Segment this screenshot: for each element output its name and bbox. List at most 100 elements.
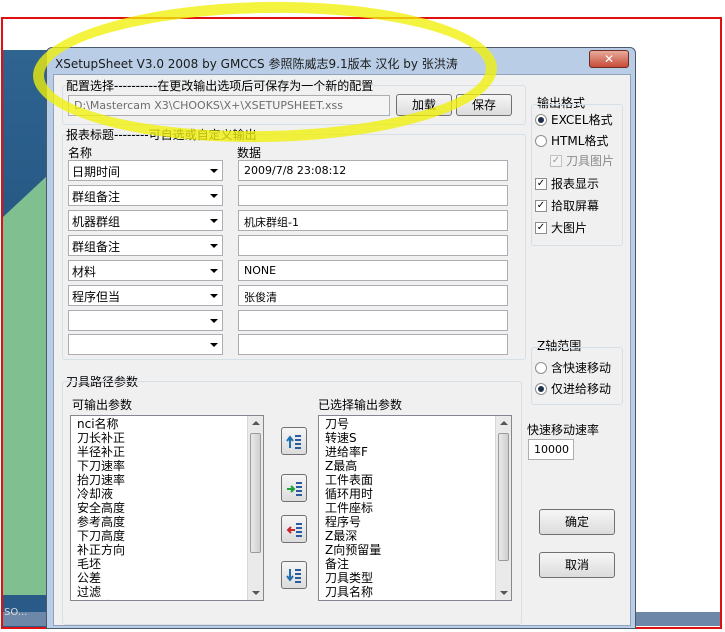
close-icon: ✕ [603,52,615,66]
rapid-rate-input[interactable]: 10000 [528,439,574,460]
config-label: 配置选择----------在更改输出选项后可保存为一个新的配置 [66,79,374,93]
list-item[interactable]: Z向预留量 [325,543,381,557]
list-item[interactable]: 下刀速率 [77,459,125,473]
list-item[interactable]: 过滤 [77,585,125,599]
include-rapid-label: 含快速移动 [551,361,612,375]
title-bar[interactable]: XSetupSheet V3.0 2008 by GMCCS 参照陈威志9.1版… [47,48,635,74]
report-name-value: 日期时间 [72,165,121,179]
cad-status-text: SO... [4,607,28,618]
tool-image-checkbox[interactable]: ✓ [550,155,562,167]
list-item[interactable]: 循环用时 [325,487,381,501]
available-params-scrollbar[interactable] [247,416,263,600]
list-item[interactable]: 冷却液 [77,487,125,501]
report-name-select-6[interactable]: 程序但当 [68,285,223,306]
include-rapid-radio[interactable] [535,362,547,374]
list-item[interactable]: Z最高 [325,459,381,473]
tool-image-label: 刀具图片 [566,154,615,168]
report-name-value: 群组备注 [72,240,121,254]
report-name-value: 材料 [72,265,97,279]
selected-params-list[interactable]: 刀号 转速S 进给率F Z最高 工件表面 循环用时 工件座标 程序号 Z最深 Z向预留量 备注 刀具类… [318,415,512,601]
chevron-down-icon [210,319,218,323]
list-item[interactable]: 下刀高度 [77,529,125,543]
report-name-value: 机器群组 [72,215,121,229]
available-params-list[interactable]: nci名称 刀长补正 半径补正 下刀速率 抬刀速率 冷却液 安全高度 参考高度 下刀高度 补正方向… [70,415,264,601]
move-to-bottom-button[interactable] [281,561,307,589]
chevron-down-icon [210,244,218,248]
report-display-label: 报表显示 [551,177,600,191]
report-name-select-4[interactable]: 群组备注 [68,235,223,256]
scroll-down-icon[interactable] [252,591,260,595]
report-name-select-3[interactable]: 机器群组 [68,210,223,231]
list-item[interactable]: 毛坯 [77,557,125,571]
report-name-select-1[interactable]: 日期时间 [68,160,223,181]
capture-screen-checkbox[interactable]: ✓ [535,200,547,212]
list-item[interactable]: 公差 [77,571,125,585]
list-item[interactable]: 刀号 [325,417,381,431]
report-data-field-5[interactable]: NONE [238,260,508,281]
report-data-field-4[interactable] [238,235,508,256]
selected-params-items: 刀号 转速S 进给率F Z最高 工件表面 循环用时 工件座标 程序号 Z最深 Z向预留量 备注 刀具类… [325,417,381,599]
chevron-down-icon [210,343,218,347]
window-title: XSetupSheet V3.0 2008 by GMCCS 参照陈威志9.1版… [55,57,458,71]
scroll-thumb[interactable] [250,433,261,553]
report-display-checkbox[interactable]: ✓ [535,178,547,190]
arrow-right-icon [287,482,302,496]
arrow-left-icon [286,523,302,537]
scroll-thumb[interactable] [498,433,509,561]
list-item[interactable]: Z最深 [325,529,381,543]
report-name-select-5[interactable]: 材料 [68,260,223,281]
available-params-label: 可输出参数 [72,398,133,412]
report-title-label: 报表标题--------可自选或自定义输出 [66,128,257,142]
chevron-down-icon [210,194,218,198]
scroll-up-icon[interactable] [252,421,260,425]
capture-screen-label: 拾取屏幕 [551,199,600,213]
excel-format-radio[interactable] [535,114,547,126]
report-data-field-2[interactable] [238,185,508,206]
load-button[interactable]: 加载 [396,94,452,116]
list-item[interactable]: 安全高度 [77,501,125,515]
report-data-field-3[interactable]: 机床群组-1 [238,210,508,231]
list-item[interactable]: 刀具路径 [77,599,125,600]
scroll-down-icon[interactable] [500,591,508,595]
list-item[interactable]: 工件表面 [325,473,381,487]
report-name-select-8[interactable] [68,334,223,355]
report-name-select-7[interactable] [68,310,223,331]
save-button[interactable]: 保存 [456,94,512,116]
html-format-radio[interactable] [535,135,547,147]
report-name-value: 群组备注 [72,190,121,204]
selected-params-label: 已选择输出参数 [318,398,403,412]
feed-only-radio[interactable] [535,383,547,395]
list-item[interactable]: 刀具名称 [325,585,381,599]
add-param-button[interactable] [281,474,307,502]
list-item[interactable]: 参考高度 [77,515,125,529]
list-item[interactable]: 半径补正 [77,445,125,459]
scroll-up-icon[interactable] [500,421,508,425]
list-item[interactable]: 抬刀速率 [77,473,125,487]
config-path-field[interactable]: D:\Mastercam X3\CHOOKS\X+\XSETUPSHEET.xs… [68,95,390,116]
report-data-field-6[interactable]: 张俊清 [238,285,508,306]
list-item[interactable]: 工件座标 [325,501,381,515]
list-item[interactable]: 程序号 [325,515,381,529]
move-to-top-button[interactable] [281,427,307,455]
report-data-field-1[interactable]: 2009/7/8 23:08:12 [238,160,508,181]
ok-button[interactable]: 确定 [539,509,615,535]
large-image-checkbox[interactable]: ✓ [535,222,547,234]
report-name-select-2[interactable]: 群组备注 [68,185,223,206]
list-item[interactable]: 刀具类型 [325,571,381,585]
remove-param-button[interactable] [281,515,307,543]
cancel-button[interactable]: 取消 [539,552,615,578]
close-button[interactable]: ✕ [589,50,629,68]
rapid-rate-label: 快速移动速率 [527,423,600,437]
report-data-field-7[interactable] [238,310,508,331]
feed-only-label: 仅进给移动 [551,382,612,396]
list-item[interactable]: nci名称 [77,417,125,431]
chevron-down-icon [210,169,218,173]
selected-params-scrollbar[interactable] [495,416,511,600]
list-item[interactable]: 刀长补正 [77,431,125,445]
list-item[interactable]: 进给率F [325,445,381,459]
report-data-field-8[interactable] [238,334,508,355]
list-item[interactable]: 补正方向 [77,543,125,557]
excel-format-label: EXCEL格式 [551,113,613,127]
list-item[interactable]: 转速S [325,431,381,445]
list-item[interactable]: 备注 [325,557,381,571]
